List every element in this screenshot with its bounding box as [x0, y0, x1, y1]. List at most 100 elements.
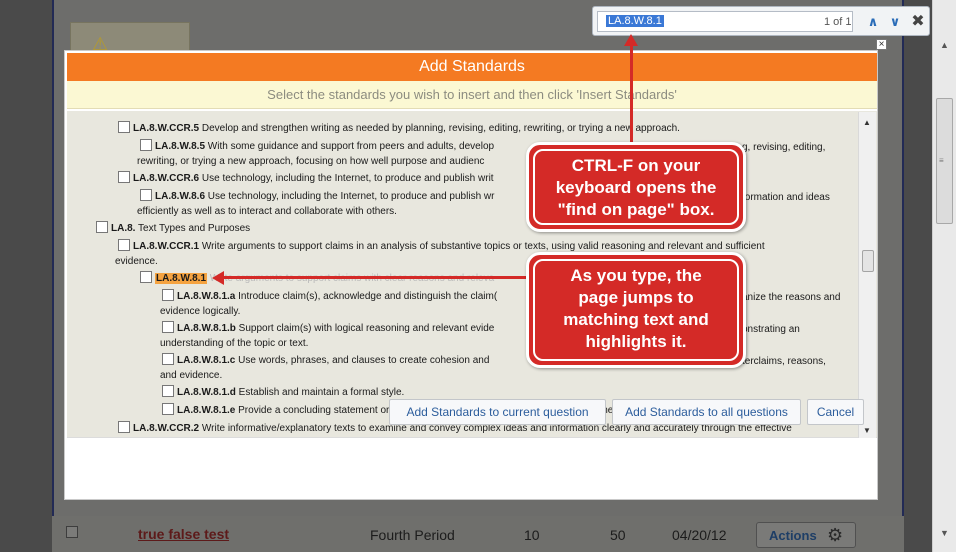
add-to-current-question-button[interactable]: Add Standards to current question — [389, 399, 606, 425]
standard-text-tail: onstrating an — [742, 324, 800, 335]
standard-text: Develop and strengthen writing as needed… — [199, 123, 680, 134]
list-item: LA.8.W.8.1.d Establish and maintain a fo… — [162, 385, 404, 399]
dialog-title: Add Standards — [67, 53, 877, 81]
standard-code: LA.8.W.8.1.c — [177, 355, 236, 366]
standard-text: Introduce claim(s), acknowledge and dist… — [235, 291, 498, 302]
standard-text: Write arguments to support claims in an … — [199, 241, 765, 252]
find-next-icon[interactable]: ∨ — [885, 11, 905, 32]
callout-ctrl-f: CTRL-F on your keyboard opens the "find … — [526, 142, 746, 232]
standard-code: LA.8.W.8.5 — [155, 141, 206, 152]
count-cell: 10 — [524, 527, 540, 543]
find-input[interactable]: LA.8.W.8.1 1 of 1 — [597, 11, 853, 32]
background-right-frame — [904, 0, 932, 552]
list-item: LA.8.W.8.6 Use technology, including the… — [140, 189, 494, 203]
standard-checkbox[interactable] — [140, 189, 152, 201]
standard-text: Establish and maintain a formal style. — [235, 387, 405, 398]
standard-checkbox[interactable] — [118, 121, 130, 133]
find-highlight: LA.8.W.8.1 — [155, 273, 208, 284]
standard-text: Support claim(s) with logical reasoning … — [235, 323, 495, 334]
standard-code: LA.8.W.CCR.1 — [133, 241, 200, 252]
standard-text-tail: g, revising, editing, — [742, 142, 826, 153]
list-item: LA.8.W.CCR.5 Develop and strengthen writ… — [118, 121, 858, 135]
background-table-row: true false test Fourth Period 10 50 04/2… — [52, 516, 904, 552]
standard-checkbox[interactable] — [96, 221, 108, 233]
standard-code: LA.8.W.CCR.5 — [133, 123, 200, 134]
date-cell: 04/20/12 — [672, 527, 727, 543]
standard-checkbox[interactable] — [162, 289, 174, 301]
standard-code: LA.8. — [111, 223, 136, 234]
standard-text-line2: evidence. — [115, 256, 158, 267]
standard-text-tail: formation and ideas — [742, 192, 830, 203]
standard-text-line2: evidence logically. — [160, 306, 241, 317]
points-cell: 50 — [610, 527, 626, 543]
standard-text-tail: anize the reasons and — [742, 292, 841, 303]
list-item: LA.8.W.8.1.a Introduce claim(s), acknowl… — [162, 289, 497, 303]
period-cell: Fourth Period — [370, 527, 455, 543]
standard-code: LA.8.W.CCR.2 — [133, 423, 200, 434]
callout-line: keyboard opens the — [555, 178, 717, 197]
standard-checkbox[interactable] — [162, 353, 174, 365]
scroll-thumb[interactable] — [862, 250, 874, 272]
dialog-instructions: Select the standards you wish to insert … — [67, 81, 877, 109]
standard-code: LA.8.W.8.6 — [155, 191, 206, 202]
find-previous-icon[interactable]: ∧ — [863, 11, 883, 32]
background-left-frame — [0, 0, 52, 552]
find-match-count: 1 of 1 — [824, 16, 852, 28]
actions-button[interactable]: Actions ⚙ — [756, 522, 856, 548]
cancel-button[interactable]: Cancel — [807, 399, 864, 425]
standard-checkbox[interactable] — [118, 171, 130, 183]
scroll-up-icon[interactable]: ▲ — [863, 118, 871, 127]
add-to-all-questions-button[interactable]: Add Standards to all questions — [612, 399, 801, 425]
arrow-left-icon — [212, 271, 224, 285]
list-item: LA.8. Text Types and Purposes — [96, 221, 250, 235]
standard-code: LA.8.W.8.1.b — [177, 323, 236, 334]
callout-arrow-vertical — [630, 42, 633, 144]
dialog-button-bar — [67, 437, 877, 499]
scroll-down-icon[interactable]: ▼ — [863, 426, 871, 435]
list-item: LA.8.W.8.1.c Use words, phrases, and cla… — [162, 353, 489, 367]
close-icon[interactable]: ✖ — [909, 11, 927, 32]
standard-checkbox[interactable] — [140, 139, 152, 151]
standard-checkbox[interactable] — [118, 421, 130, 433]
standard-text: Use technology, including the Internet, … — [199, 173, 494, 184]
actions-label: Actions — [769, 528, 817, 543]
grip-icon: ≡ — [939, 156, 944, 165]
dialog-close-icon[interactable]: × — [876, 39, 887, 50]
browser-scrollbar[interactable]: ▲ ≡ ▼ — [932, 0, 956, 552]
standard-text: With some guidance and support from peer… — [205, 141, 495, 152]
standard-text-tail: terclaims, reasons, — [742, 356, 826, 367]
standard-code: LA.8.W.8.1.a — [177, 291, 236, 302]
find-query: LA.8.W.8.1 — [606, 15, 664, 27]
callout-arrow-horizontal — [222, 276, 552, 279]
test-title-link[interactable]: true false test — [138, 526, 229, 542]
standards-scrollbar[interactable]: ▲ ▼ — [858, 112, 876, 438]
standard-text-line2: efficiently as well as to interact and c… — [137, 206, 397, 217]
standard-code: LA.8.W.8.1.e — [177, 405, 236, 416]
standard-checkbox[interactable] — [140, 271, 152, 283]
standard-checkbox[interactable] — [162, 321, 174, 333]
standard-text-line2: understanding of the topic or text. — [160, 338, 309, 349]
standard-text-line2: rewriting, or trying a new approach, foc… — [137, 156, 485, 167]
standard-text-line2: and evidence. — [160, 370, 223, 381]
standard-checkbox[interactable] — [162, 403, 174, 415]
callout-find-highlight: As you type, the page jumps to matching … — [526, 252, 746, 368]
list-item: LA.8.W.CCR.6 Use technology, including t… — [118, 171, 494, 185]
callout-line: matching text and — [563, 310, 709, 329]
standard-code: LA.8.W.8.1.d — [177, 387, 236, 398]
scroll-up-icon[interactable]: ▲ — [937, 40, 952, 54]
gear-icon: ⚙ — [827, 525, 844, 545]
callout-line: page jumps to — [578, 288, 694, 307]
list-item: LA.8.W.CCR.1 Write arguments to support … — [118, 239, 765, 253]
standard-code: LA.8.W.CCR.6 — [133, 173, 200, 184]
standard-text: Use technology, including the Internet, … — [205, 191, 495, 202]
find-on-page-bar: LA.8.W.8.1 1 of 1 ∧ ∨ ✖ — [592, 6, 930, 36]
list-item: LA.8.W.8.1.b Support claim(s) with logic… — [162, 321, 494, 335]
row-checkbox[interactable] — [66, 526, 78, 538]
standard-checkbox[interactable] — [162, 385, 174, 397]
callout-line: "find on page" box. — [557, 200, 715, 219]
callout-line: highlights it. — [585, 332, 687, 351]
standard-checkbox[interactable] — [118, 239, 130, 251]
scroll-down-icon[interactable]: ▼ — [937, 528, 952, 542]
standard-text: Use words, phrases, and clauses to creat… — [235, 355, 490, 366]
standard-text: Text Types and Purposes — [135, 223, 251, 234]
